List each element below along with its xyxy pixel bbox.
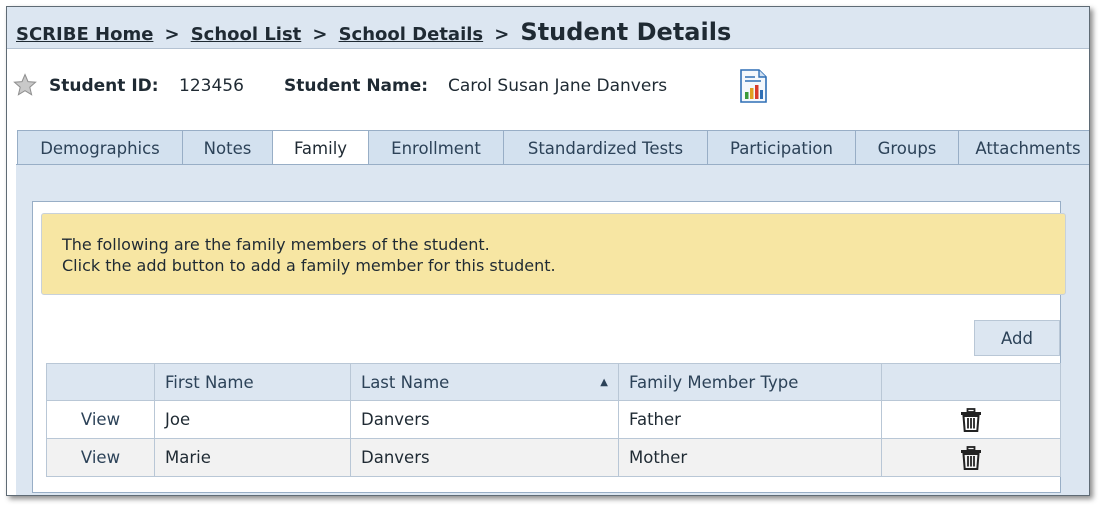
tab-attachments[interactable]: Attachments (958, 130, 1089, 165)
first-name-cell: Joe (154, 400, 351, 439)
tab-participation[interactable]: Participation (707, 130, 856, 165)
column-header-delete (881, 363, 1061, 401)
add-family-member-button[interactable]: Add (974, 320, 1060, 356)
last-name-cell: Danvers (350, 438, 619, 477)
tab-groups[interactable]: Groups (855, 130, 959, 165)
student-summary: Student ID: 123456 Student Name: Carol S… (7, 69, 1089, 103)
student-id-label: Student ID: (49, 76, 159, 96)
column-header-label: Last Name (361, 372, 450, 392)
view-link[interactable]: View (57, 410, 144, 429)
column-header-actions (46, 363, 155, 401)
column-header-label: Family Member Type (629, 372, 799, 392)
page-title: Student Details (520, 18, 732, 46)
breadcrumb-separator: > (164, 24, 180, 45)
last-name-cell: Danvers (350, 400, 619, 439)
column-header-first-name[interactable]: First Name (154, 363, 351, 401)
family-member-type-cell: Father (618, 400, 882, 439)
first-name-cell: Marie (154, 438, 351, 477)
delete-cell (881, 400, 1061, 439)
breadcrumb-separator: > (312, 24, 328, 45)
breadcrumb-separator: > (494, 24, 510, 45)
info-line: The following are the family members of … (62, 235, 490, 254)
tab-label: Standardized Tests (527, 138, 684, 158)
family-tab-panel: The following are the family members of … (16, 164, 1089, 495)
student-name-label: Student Name: (284, 76, 429, 96)
column-header-label: First Name (165, 372, 254, 392)
tab-demographics[interactable]: Demographics (17, 130, 183, 165)
tab-label: Attachments (975, 138, 1081, 158)
info-message: The following are the family members of … (41, 213, 1066, 295)
tab-label: Enrollment (391, 138, 481, 158)
star-icon[interactable] (13, 73, 37, 97)
family-content: The following are the family members of … (32, 201, 1066, 493)
tab-label: Participation (729, 138, 833, 158)
view-cell: View (46, 400, 155, 439)
view-cell: View (46, 438, 155, 477)
student-id-value: 123456 (179, 76, 244, 96)
breadcrumb-link-school-list[interactable]: School List (191, 24, 302, 45)
student-name-value: Carol Susan Jane Danvers (448, 76, 668, 96)
delete-cell (881, 438, 1061, 477)
tab-label: Demographics (40, 138, 160, 158)
report-icon[interactable] (738, 69, 768, 103)
tab-label: Family (293, 139, 348, 158)
info-line: Click the add button to add a family mem… (62, 256, 556, 275)
breadcrumb: SCRIBE Home > School List > School Detai… (7, 7, 1089, 49)
table-header-row: First Name Last Name ▲ Family Member Type (46, 363, 1061, 401)
app-window: SCRIBE Home > School List > School Detai… (6, 6, 1090, 496)
tab-enrollment[interactable]: Enrollment (368, 130, 504, 165)
tab-notes[interactable]: Notes (182, 130, 273, 165)
tab-family[interactable]: Family (272, 130, 369, 166)
column-header-last-name[interactable]: Last Name ▲ (350, 363, 619, 401)
view-link[interactable]: View (57, 448, 144, 467)
table-row: View Marie Danvers Mother (46, 438, 1061, 477)
tab-label: Groups (877, 138, 937, 158)
breadcrumb-link-scribe-home[interactable]: SCRIBE Home (16, 24, 153, 45)
trash-icon[interactable] (960, 445, 982, 470)
family-member-type-cell: Mother (618, 438, 882, 477)
tab-label: Notes (203, 138, 252, 158)
tab-standardized-tests[interactable]: Standardized Tests (503, 130, 708, 165)
column-header-family-member-type[interactable]: Family Member Type (618, 363, 882, 401)
trash-icon[interactable] (960, 407, 982, 432)
table-row: View Joe Danvers Father (46, 400, 1061, 439)
breadcrumb-link-school-details[interactable]: School Details (339, 24, 484, 45)
family-members-table: First Name Last Name ▲ Family Member Type… (46, 363, 1061, 477)
sort-ascending-icon: ▲ (600, 376, 608, 388)
